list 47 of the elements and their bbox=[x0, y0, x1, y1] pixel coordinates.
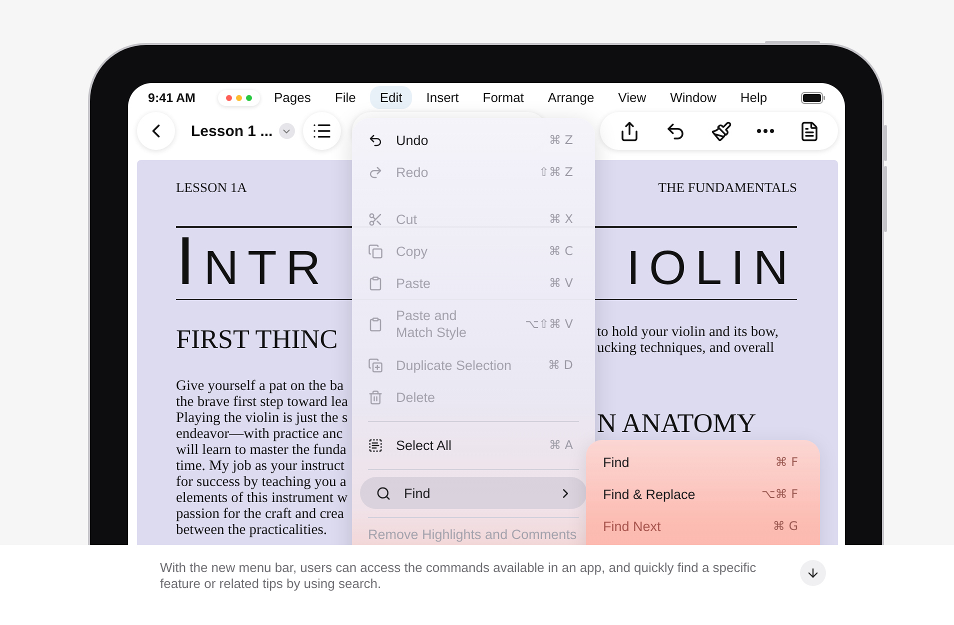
menu-bar-item[interactable]: Arrange bbox=[538, 86, 604, 109]
menu-item[interactable]: Find bbox=[360, 477, 587, 509]
document-title-text: Intr bbox=[176, 228, 330, 294]
caption-text: With the new menu bar, users can access the commands available in an app, and quickly find a specific feature or related tips by using search. bbox=[160, 560, 758, 592]
menu-bar-item[interactable]: Edit bbox=[370, 86, 412, 109]
menu-bar-item[interactable]: View bbox=[608, 86, 656, 109]
menu-bar-item[interactable]: Window bbox=[660, 86, 726, 109]
window-controls-icon[interactable] bbox=[218, 90, 260, 106]
trash-icon bbox=[368, 390, 383, 404]
redo-icon bbox=[368, 164, 383, 180]
menu-item[interactable]: Undo ⌘ Z bbox=[352, 124, 595, 156]
more-icon bbox=[756, 129, 774, 133]
scroll-down-button[interactable] bbox=[800, 560, 826, 586]
menu-bar-item[interactable]: Help bbox=[730, 86, 778, 109]
copy-icon bbox=[368, 244, 383, 258]
body-paragraph: to hold your violin and its bow, ucking techniques, and overall bbox=[597, 324, 780, 356]
document-icon bbox=[798, 120, 820, 142]
document-title-text: iolin bbox=[626, 228, 797, 294]
page-header: THE FUNDAMENTALS bbox=[658, 180, 797, 196]
undo-icon bbox=[664, 120, 686, 142]
paintbrush-icon bbox=[710, 120, 732, 142]
menu-bar-item[interactable]: Pages bbox=[264, 86, 321, 109]
section-heading: FIRST THINC bbox=[176, 323, 339, 356]
battery-icon bbox=[801, 92, 825, 104]
menu-item[interactable]: Find ⌘ F bbox=[586, 446, 820, 478]
clipboard-icon bbox=[368, 276, 383, 290]
undo-icon bbox=[368, 132, 383, 148]
search-icon bbox=[376, 486, 391, 500]
back-button[interactable] bbox=[137, 112, 175, 150]
text-select-icon bbox=[368, 438, 383, 452]
scissors-icon bbox=[368, 212, 383, 226]
clipboard-icon bbox=[368, 316, 383, 332]
menu-bar-item[interactable]: Insert bbox=[416, 86, 469, 109]
chevron-down-icon[interactable] bbox=[278, 123, 295, 139]
arrow-down-icon bbox=[806, 566, 820, 580]
more-button[interactable] bbox=[754, 127, 776, 135]
share-icon bbox=[618, 120, 640, 142]
page-header: LESSON 1A bbox=[176, 180, 247, 196]
body-paragraph: Give yourself a pat on the ba the brave first step toward lea Playing the violin is just the s endeavor—with practice anc will learn to master the funda time. My job as your instruct for success by teaching you a elements of this instrument w passion for the craft and crea between the practicalities. bbox=[176, 378, 349, 538]
menu-bar-item[interactable]: Format bbox=[472, 86, 534, 109]
document-title[interactable]: Lesson 1 ... bbox=[185, 122, 279, 140]
menu-bar-item[interactable]: File bbox=[324, 86, 366, 109]
outline-button[interactable] bbox=[302, 112, 341, 150]
status-time: 9:41 AM bbox=[148, 90, 196, 104]
menu-item[interactable]: Find & Replace ⌥⌘ F bbox=[586, 478, 820, 510]
section-heading: N ANATOMY bbox=[597, 407, 758, 440]
duplicate-icon bbox=[368, 358, 383, 372]
